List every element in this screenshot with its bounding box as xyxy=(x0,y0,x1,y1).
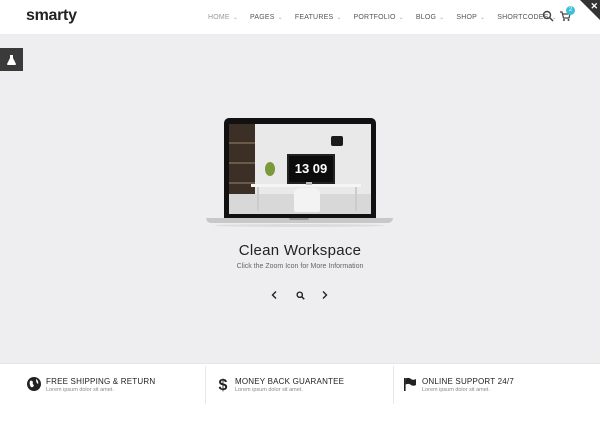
nav-item-shop[interactable]: SHOP ⌄ xyxy=(456,14,485,21)
wall-lamp xyxy=(331,136,343,146)
monitor: 13 09 xyxy=(287,154,335,184)
chevron-down-icon: ⌄ xyxy=(439,14,445,21)
chevron-down-icon: ⌄ xyxy=(398,14,404,21)
nav-item-label: PAGES xyxy=(250,13,275,21)
search-icon[interactable] xyxy=(542,10,554,22)
chevron-left-icon xyxy=(271,291,277,299)
cart-count-badge: 2 xyxy=(566,6,575,15)
desk-leg xyxy=(355,187,357,211)
next-slide-button[interactable] xyxy=(319,289,331,301)
site-header: smarty HOME ⌄ PAGES ⌄ FEATURES ⌄ PORTFOL… xyxy=(0,0,600,35)
divider xyxy=(205,366,206,404)
nav-item-label: BLOG xyxy=(415,13,437,21)
close-icon[interactable]: ✕ xyxy=(590,1,598,12)
feature-shipping: FREE SHIPPING & RETURN Lorem ipsum dolor… xyxy=(26,364,214,406)
laptop-image: 13 09 xyxy=(206,118,393,227)
monitor-stand xyxy=(306,182,312,185)
nav-item-blog[interactable]: BLOG ⌄ xyxy=(416,14,445,21)
slider-controls xyxy=(268,289,332,301)
feature-title: ONLINE SUPPORT 24/7 xyxy=(422,377,514,386)
chevron-down-icon: ⌄ xyxy=(232,14,239,21)
nav-item-portfolio[interactable]: PORTFOLIO ⌄ xyxy=(354,14,404,21)
prev-slide-button[interactable] xyxy=(268,289,280,301)
feature-description: Lorem ipsum dolor sit amet. xyxy=(46,387,114,393)
monitor-clock: 13 09 xyxy=(294,161,328,176)
nav-item-label: HOME xyxy=(208,13,230,21)
laptop-screen-bezel: 13 09 xyxy=(224,118,376,218)
divider xyxy=(393,366,394,404)
hero-slider: 13 09 Clean Workspace Click the Zoom Ico… xyxy=(0,35,600,363)
chevron-down-icon: ⌄ xyxy=(336,14,342,21)
laptop-notch xyxy=(289,218,309,220)
feature-title: FREE SHIPPING & RETURN xyxy=(46,377,156,386)
chevron-down-icon: ⌄ xyxy=(480,14,486,21)
zoom-button[interactable] xyxy=(294,289,306,301)
globe-icon xyxy=(27,377,41,391)
search-icon xyxy=(295,290,305,300)
nav-item-pages[interactable]: PAGES ⌄ xyxy=(250,14,283,21)
feature-money-back: $ MONEY BACK GUARANTEE Lorem ipsum dolor… xyxy=(215,364,403,406)
flask-icon xyxy=(7,54,16,65)
dollar-icon: $ xyxy=(219,377,228,392)
feature-description: Lorem ipsum dolor sit amet. xyxy=(422,387,490,393)
nav-item-label: SHORTCODES xyxy=(497,13,549,21)
feature-support: ONLINE SUPPORT 24/7 Lorem ipsum dolor si… xyxy=(402,364,590,406)
chair xyxy=(294,188,320,212)
feature-description: Lorem ipsum dolor sit amet. xyxy=(235,387,303,393)
desk-leg xyxy=(257,187,259,211)
slide-title: Clean Workspace xyxy=(238,242,362,259)
feature-title: MONEY BACK GUARANTEE xyxy=(235,377,345,386)
logo[interactable]: smarty xyxy=(26,7,77,25)
flag-icon xyxy=(404,377,416,391)
workspace-photo: 13 09 xyxy=(229,124,371,214)
plant xyxy=(265,162,275,176)
main-nav: HOME ⌄ PAGES ⌄ FEATURES ⌄ PORTFOLIO ⌄ BL… xyxy=(208,0,569,34)
laptop-shadow xyxy=(214,224,385,227)
chevron-right-icon xyxy=(322,291,328,299)
nav-item-home[interactable]: HOME ⌄ xyxy=(208,14,238,21)
nav-item-label: PORTFOLIO xyxy=(353,13,396,21)
svg-text:$: $ xyxy=(219,377,228,392)
side-panel-toggle[interactable] xyxy=(0,48,23,71)
nav-item-label: FEATURES xyxy=(294,13,334,21)
features-bar: FREE SHIPPING & RETURN Lorem ipsum dolor… xyxy=(0,363,600,407)
nav-item-features[interactable]: FEATURES ⌄ xyxy=(295,14,342,21)
page-bottom xyxy=(0,406,600,430)
slide-subtitle: Click the Zoom Icon for More Information xyxy=(236,263,364,270)
nav-item-label: SHOP xyxy=(456,13,478,21)
chevron-down-icon: ⌄ xyxy=(277,14,283,21)
